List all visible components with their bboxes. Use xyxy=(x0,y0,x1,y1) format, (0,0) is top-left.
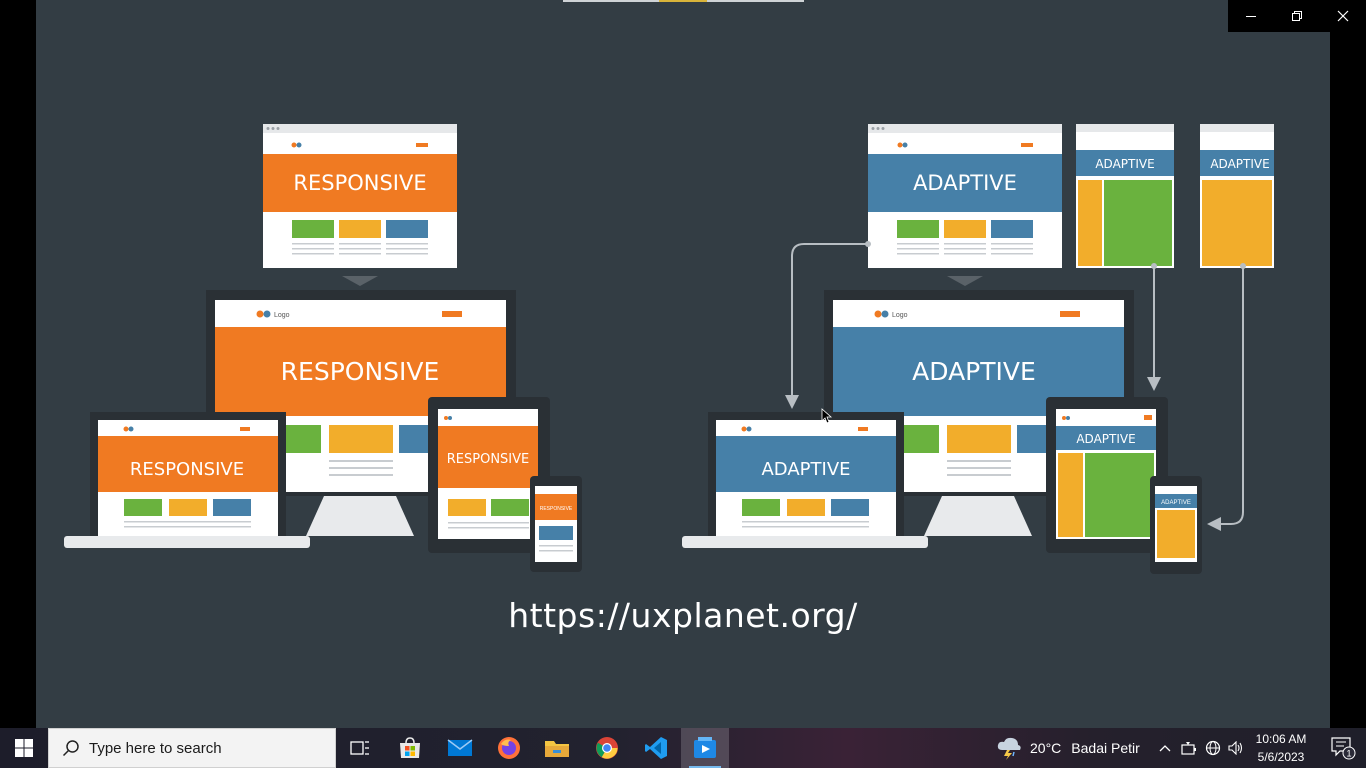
weather-condition: Badai Petir xyxy=(1071,740,1140,756)
chevron-up-icon xyxy=(1159,745,1171,752)
svg-text:RESPONSIVE: RESPONSIVE xyxy=(540,506,573,512)
vscode-button[interactable] xyxy=(632,728,680,768)
svg-text:Logo: Logo xyxy=(892,312,908,319)
minimize-icon xyxy=(1246,16,1256,17)
task-view-button[interactable] xyxy=(336,728,384,768)
firefox-icon xyxy=(498,737,520,759)
thunderstorm-icon xyxy=(997,737,1021,760)
clock-date: 5/6/2023 xyxy=(1257,750,1305,764)
taskbar: Type here to search 20°C Badai Petir 10:… xyxy=(0,728,1366,768)
chrome-icon xyxy=(596,737,618,759)
volume-button[interactable] xyxy=(1225,728,1247,768)
close-icon xyxy=(1337,10,1349,22)
minimize-button[interactable] xyxy=(1228,0,1274,32)
adaptive-tablet-window: ADAPTIVE xyxy=(1076,124,1174,268)
battery-button[interactable] xyxy=(1178,728,1200,768)
restore-icon xyxy=(1292,11,1302,21)
presentation-slide: RESPONSIVE Logo RESPONSIVE RESPONSIVE RE… xyxy=(36,0,1330,728)
task-view-icon xyxy=(350,741,369,755)
window-controls xyxy=(1228,0,1366,32)
restore-button[interactable] xyxy=(1274,0,1320,32)
weather-temperature: 20°C xyxy=(1030,740,1062,756)
adaptive-heading-2: ADAPTIVE xyxy=(1095,157,1154,171)
file-explorer-button[interactable] xyxy=(533,728,581,768)
responsive-heading-3: RESPONSIVE xyxy=(130,459,244,480)
firefox-button[interactable] xyxy=(485,728,533,768)
chrome-button[interactable] xyxy=(583,728,631,768)
show-hidden-icons-button[interactable] xyxy=(1154,728,1176,768)
speaker-icon xyxy=(1228,741,1243,755)
adaptive-browser-window: ADAPTIVE xyxy=(868,124,1062,268)
adaptive-heading-3: ADAPTIVE xyxy=(1210,157,1269,171)
battery-icon xyxy=(1181,742,1196,755)
windows-logo-icon xyxy=(15,739,33,757)
notification-count: 1 xyxy=(1346,749,1351,759)
adaptive-tablet: ADAPTIVE xyxy=(1046,397,1168,553)
taskbar-clock[interactable]: 10:06 AM 5/6/2023 xyxy=(1246,730,1316,766)
source-url: https://uxplanet.org/ xyxy=(508,596,858,635)
adaptive-phone: ADAPTIVE xyxy=(1150,476,1202,574)
mail-button[interactable] xyxy=(436,728,484,768)
vscode-icon xyxy=(645,737,667,759)
adaptive-heading-1: ADAPTIVE xyxy=(913,171,1017,195)
weather-widget[interactable]: 20°C Badai Petir xyxy=(996,728,1140,768)
clock-time: 10:06 AM xyxy=(1255,732,1307,746)
notification-icon: 1 xyxy=(1331,737,1356,760)
screen: RESPONSIVE Logo RESPONSIVE RESPONSIVE RE… xyxy=(0,0,1366,768)
svg-text:Logo: Logo xyxy=(274,312,290,319)
adaptive-phone-window: ADAPTIVE xyxy=(1200,124,1274,268)
mail-icon xyxy=(447,739,473,756)
adaptive-laptop: ADAPTIVE xyxy=(682,412,928,548)
responsive-phone: RESPONSIVE xyxy=(530,476,582,572)
responsive-laptop: RESPONSIVE xyxy=(64,412,310,548)
microsoft-store-button[interactable] xyxy=(386,728,434,768)
responsive-heading-4: RESPONSIVE xyxy=(447,452,530,467)
adaptive-heading-4: ADAPTIVE xyxy=(912,357,1036,386)
responsive-browser-window: RESPONSIVE xyxy=(263,124,457,268)
adaptive-heading-6: ADAPTIVE xyxy=(1076,432,1135,446)
taskbar-search-box[interactable]: Type here to search xyxy=(48,728,336,768)
media-player-button[interactable] xyxy=(681,728,729,768)
svg-text:ADAPTIVE: ADAPTIVE xyxy=(1161,500,1191,506)
file-explorer-icon xyxy=(545,741,569,757)
search-placeholder: Type here to search xyxy=(89,739,222,757)
close-button[interactable] xyxy=(1320,0,1366,32)
microsoft-store-icon xyxy=(400,737,420,758)
search-icon xyxy=(62,740,79,757)
network-button[interactable] xyxy=(1202,728,1224,768)
notification-center-button[interactable]: 1 xyxy=(1320,728,1366,768)
start-button[interactable] xyxy=(0,728,48,768)
media-player-icon xyxy=(694,737,716,758)
responsive-heading-1: RESPONSIVE xyxy=(293,171,426,195)
globe-icon xyxy=(1205,740,1221,756)
responsive-heading-2: RESPONSIVE xyxy=(281,357,440,386)
adaptive-heading-5: ADAPTIVE xyxy=(761,459,850,480)
